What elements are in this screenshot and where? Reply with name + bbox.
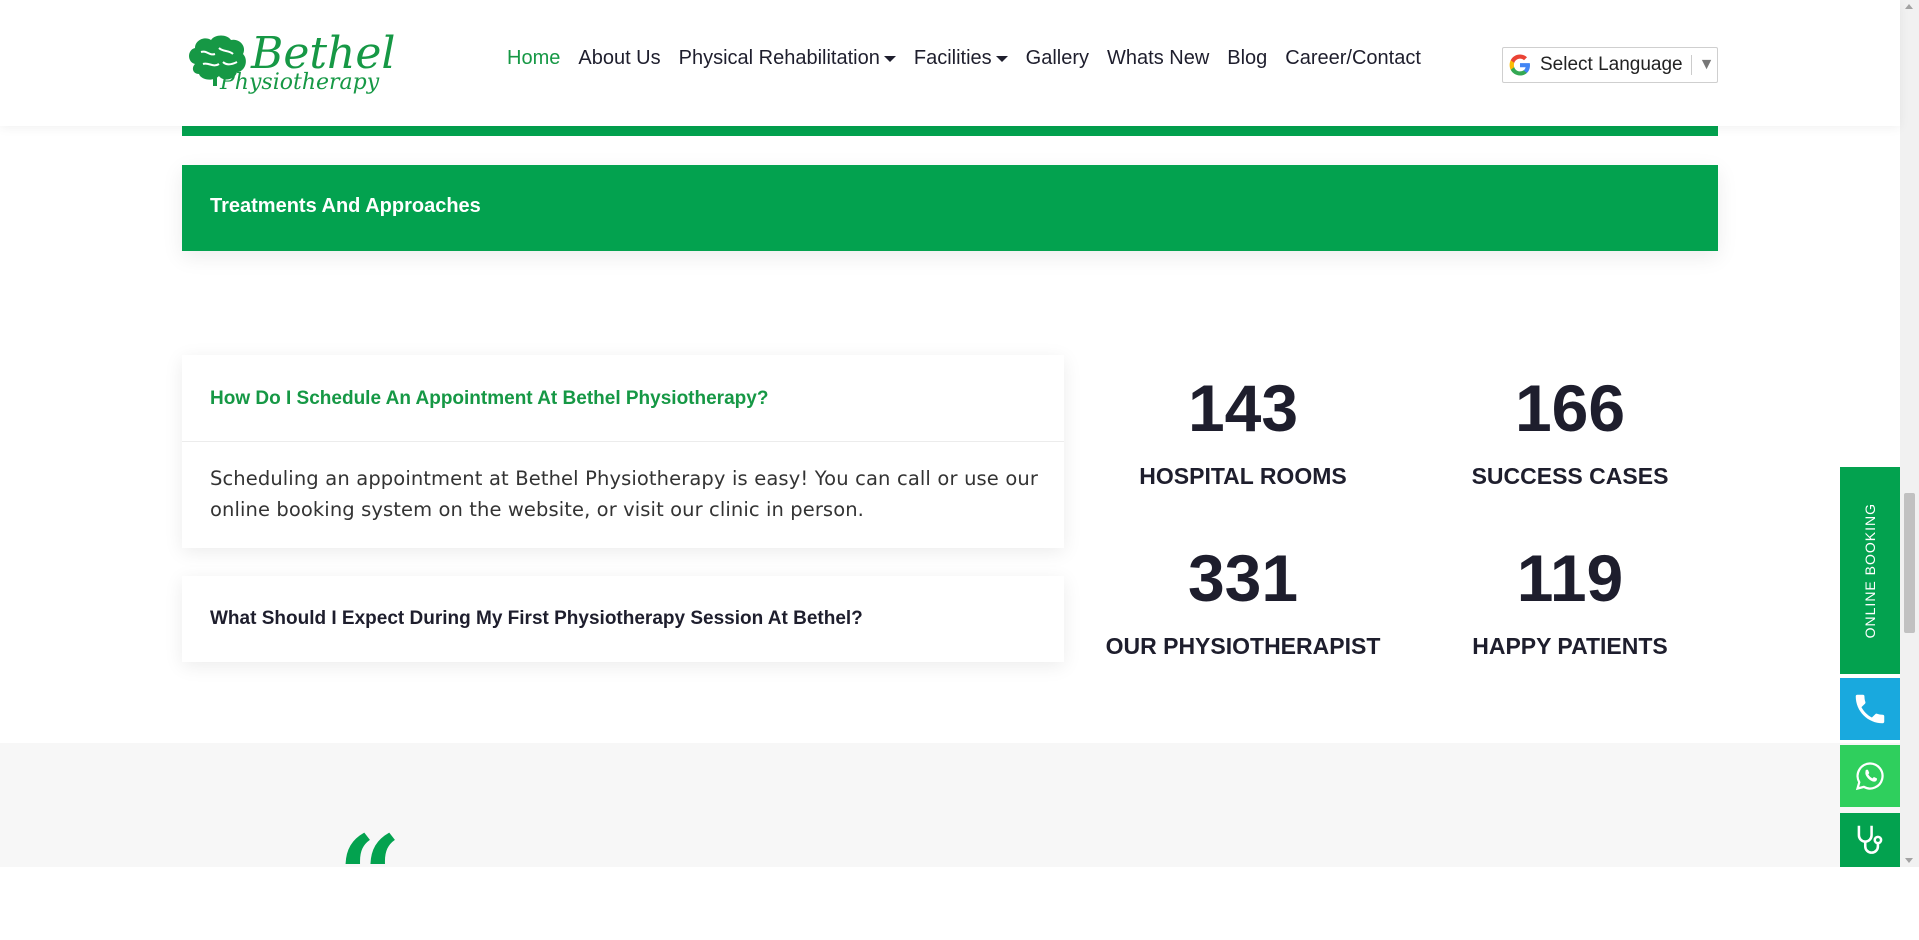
scroll-up-icon[interactable] [1905,4,1913,9]
language-divider [1690,55,1692,75]
nav-whats-new-label: Whats New [1107,47,1210,69]
call-button[interactable] [1840,678,1900,740]
stat-number: 166 [1514,371,1626,445]
doctor-button[interactable] [1840,813,1900,867]
nav-gallery[interactable]: Gallery [1017,47,1098,70]
testimonials-section: “ [0,743,1900,931]
nav-home-label: Home [507,47,561,69]
nav-facilities[interactable]: Facilities [905,47,1017,70]
nav-about-us-label: About Us [578,47,661,69]
main-nav: Home About Us Physical Rehabilitation Fa… [498,47,1430,70]
stat-label: HAPPY PATIENTS [1472,633,1668,659]
site-header: Bethel Physiotherapy Home About Us Physi… [0,0,1900,126]
faq-question[interactable]: How Do I Schedule An Appointment At Beth… [210,388,768,410]
logo-tagline: Physiotherapy [220,70,380,95]
whatsapp-icon [1855,762,1884,791]
nav-career-contact[interactable]: Career/Contact [1276,47,1430,70]
treatments-accordion-header[interactable]: Treatments And Approaches [182,165,1718,251]
faq-question[interactable]: What Should I Expect During My First Phy… [210,608,863,630]
stat-label: HOSPITAL ROOMS [1139,463,1347,489]
stat-success-cases: 166 SUCCESS CASES [1420,375,1720,490]
nav-blog-label: Blog [1227,47,1268,69]
faq-item: What Should I Expect During My First Phy… [182,576,1064,662]
stat-happy-patients: 119 HAPPY PATIENTS [1420,545,1720,660]
faq-item: How Do I Schedule An Appointment At Beth… [182,355,1064,548]
page-scrollbar[interactable] [1900,0,1919,867]
google-icon [1509,54,1530,76]
accordion-bar-top [182,126,1718,136]
nav-physical-rehabilitation-label: Physical Rehabilitation [678,47,880,69]
scroll-down-icon[interactable] [1905,858,1913,863]
nav-about-us[interactable]: About Us [569,47,669,70]
stat-hospital-rooms: 143 HOSPITAL ROOMS [1093,375,1393,490]
stat-number: 331 [1187,541,1299,615]
nav-facilities-label: Facilities [913,47,992,69]
stat-number: 119 [1516,541,1624,615]
caret-down-icon [995,55,1008,62]
stat-number: 143 [1187,371,1299,445]
whatsapp-button[interactable] [1840,745,1900,807]
language-label: Select Language [1540,54,1683,75]
language-select[interactable]: Select Language ▼ [1502,47,1718,83]
treatments-title: Treatments And Approaches [210,195,481,217]
nav-physical-rehabilitation[interactable]: Physical Rehabilitation [670,47,905,70]
stat-label: SUCCESS CASES [1471,463,1669,489]
nav-gallery-label: Gallery [1025,47,1090,69]
quote-icon: “ [338,811,402,940]
nav-whats-new[interactable]: Whats New [1098,47,1218,70]
faq-divider [182,441,1064,442]
nav-home[interactable]: Home [498,47,569,70]
online-booking-label: ONLINE BOOKING [1862,502,1878,639]
logo[interactable]: Bethel Physiotherapy [185,30,396,102]
scrollbar-thumb[interactable] [1904,493,1915,633]
stat-label: OUR PHYSIOTHERAPIST [1105,633,1381,659]
caret-down-icon [883,55,896,62]
online-booking-button[interactable]: ONLINE BOOKING [1840,467,1900,674]
nav-blog[interactable]: Blog [1218,47,1276,70]
faq-answer: Scheduling an appointment at Bethel Phys… [210,467,1038,521]
dropdown-arrow-icon: ▼ [1698,56,1715,73]
nav-career-contact-label: Career/Contact [1285,47,1421,69]
stat-our-physiotherapist: 331 OUR PHYSIOTHERAPIST [1093,545,1393,660]
phone-icon [1855,694,1885,724]
stethoscope-icon [1857,825,1883,854]
